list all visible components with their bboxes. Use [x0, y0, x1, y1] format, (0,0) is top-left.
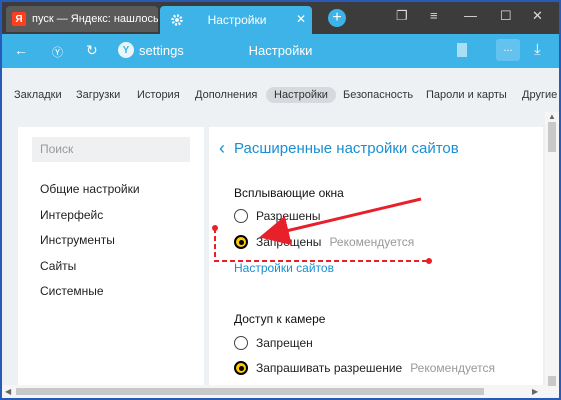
close-tab-icon[interactable]: ✕: [296, 12, 306, 26]
nav-item-passwords[interactable]: Пароли и карты: [426, 89, 507, 101]
new-tab-button[interactable]: +: [328, 9, 346, 27]
recommended-note: Рекомендуется: [410, 361, 495, 375]
download-icon[interactable]: ⤓: [534, 41, 541, 58]
search-input[interactable]: Поиск: [32, 137, 190, 162]
back-arrow-icon[interactable]: ←: [14, 42, 28, 58]
settings-nav: Закладки Загрузки История Дополнения Нас…: [2, 68, 559, 120]
panel-title: Расширенные настройки сайтов: [234, 140, 459, 157]
restore-icon[interactable]: ❐: [396, 8, 408, 24]
radio-button-checked[interactable]: [234, 235, 248, 249]
gear-icon: [171, 14, 183, 26]
url-field[interactable]: settings: [139, 43, 184, 58]
maximize-icon[interactable]: ☐: [500, 8, 512, 24]
scroll-right-icon[interactable]: ▶: [532, 387, 538, 396]
sidebar-item-interface[interactable]: Интерфейс: [40, 208, 103, 222]
site-settings-link[interactable]: Настройки сайтов: [234, 261, 334, 275]
tab-yandex-search[interactable]: Я пуск — Яндекс: нашлось: [6, 6, 158, 32]
option-label: Запрещен: [256, 336, 313, 350]
scrollbar-thumb-lower[interactable]: [548, 376, 556, 386]
popups-section-title: Всплывающие окна: [234, 186, 344, 200]
nav-item-bookmarks[interactable]: Закладки: [14, 89, 62, 101]
menu-icon[interactable]: ≡: [430, 8, 438, 23]
option-label: Запрещены: [256, 235, 322, 249]
sidebar-item-sites[interactable]: Сайты: [40, 259, 76, 273]
radio-button[interactable]: [234, 209, 248, 223]
close-window-icon[interactable]: ✕: [532, 8, 543, 24]
radio-button-checked[interactable]: [234, 361, 248, 375]
recommended-note: Рекомендуется: [329, 235, 415, 249]
option-label: Запрашивать разрешение: [256, 361, 403, 375]
camera-option-denied[interactable]: Запрещен: [234, 336, 313, 350]
sidebar-item-tools[interactable]: Инструменты: [40, 233, 115, 247]
horizontal-scrollbar[interactable]: ◀ ▶: [2, 385, 545, 398]
radio-button[interactable]: [234, 336, 248, 350]
tab-title: пуск — Яндекс: нашлось: [32, 13, 158, 25]
nav-item-other[interactable]: Другие: [522, 89, 557, 101]
settings-sidebar: Поиск Общие настройки Интерфейс Инструме…: [18, 127, 204, 389]
browser-window: Я пуск — Яндекс: нашлось Настройки ✕ + ❐…: [0, 0, 561, 400]
sidebar-item-system[interactable]: Системные: [40, 284, 104, 298]
address-bar: ← Ⓨ ↻ Y settings Настройки ... ⤓: [2, 34, 559, 68]
nav-item-settings[interactable]: Настройки: [266, 87, 336, 103]
yandex-logo-icon: Я: [12, 12, 26, 26]
chevron-left-icon[interactable]: ‹: [219, 139, 225, 157]
camera-option-ask[interactable]: Запрашивать разрешение Рекомендуется: [234, 361, 495, 375]
scroll-up-icon[interactable]: ▲: [548, 112, 556, 121]
settings-panel: ‹ Расширенные настройки сайтов Всплывающ…: [209, 127, 543, 389]
nav-item-history[interactable]: История: [137, 89, 180, 101]
scrollbar-thumb[interactable]: [548, 122, 556, 152]
shield-icon: Y: [118, 42, 134, 58]
sidebar-item-general[interactable]: Общие настройки: [40, 182, 140, 196]
bookmark-icon[interactable]: [457, 43, 467, 57]
minimize-icon[interactable]: —: [464, 8, 477, 23]
option-label: Разрешены: [256, 209, 321, 223]
more-button[interactable]: ...: [496, 39, 520, 61]
nav-item-downloads[interactable]: Загрузки: [76, 89, 120, 101]
vertical-scrollbar[interactable]: ▲: [545, 112, 559, 397]
nav-item-security[interactable]: Безопасность: [343, 89, 413, 101]
nav-item-extensions[interactable]: Дополнения: [195, 89, 257, 101]
popups-option-allowed[interactable]: Разрешены: [234, 209, 321, 223]
tab-title: Настройки: [207, 13, 267, 27]
refresh-icon[interactable]: ↻: [86, 42, 98, 59]
camera-section-title: Доступ к камере: [234, 312, 326, 326]
popups-option-blocked[interactable]: Запрещены Рекомендуется: [234, 235, 414, 249]
tab-settings[interactable]: Настройки ✕: [160, 6, 312, 34]
scroll-left-icon[interactable]: ◀: [5, 387, 11, 396]
scrollbar-thumb[interactable]: [16, 388, 484, 395]
tab-bar: Я пуск — Яндекс: нашлось Настройки ✕ + ❐…: [2, 2, 559, 34]
yandex-home-icon[interactable]: Ⓨ: [52, 44, 63, 60]
